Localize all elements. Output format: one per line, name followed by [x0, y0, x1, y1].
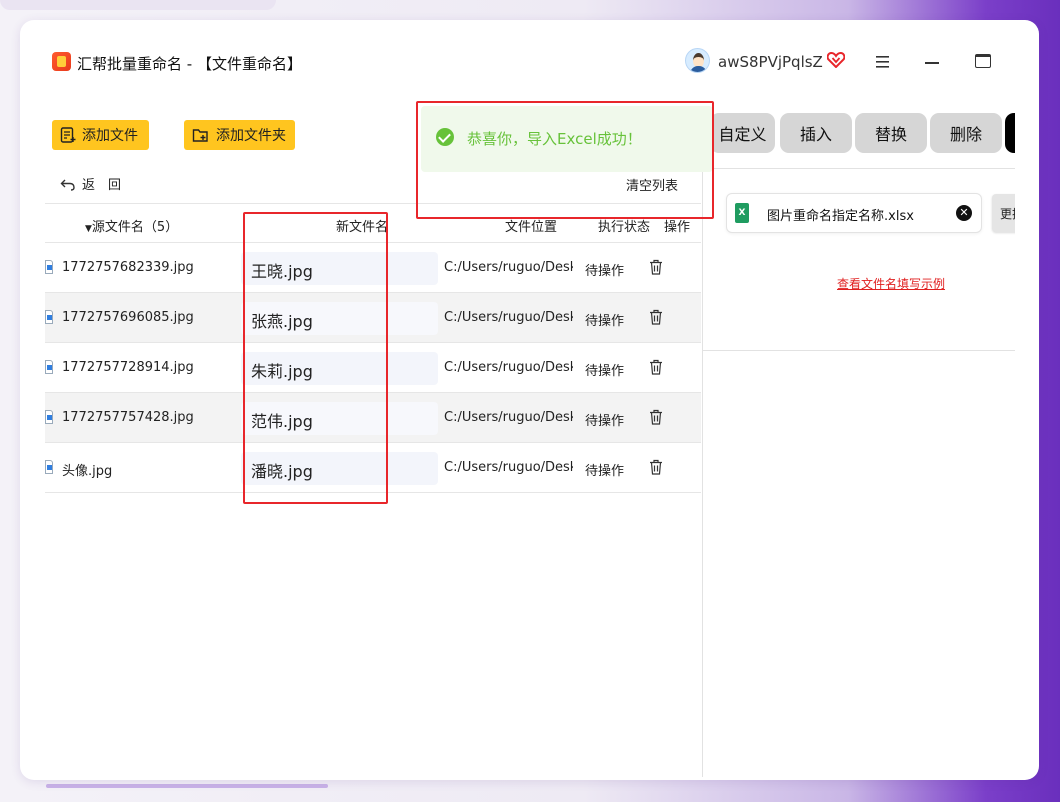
table-row[interactable]: 1772757728914.jpg 朱莉.jpg C:/Users/ruguo/… [45, 343, 701, 393]
source-file-name: 1772757682339.jpg [62, 260, 194, 275]
status-text: 待操作 [585, 464, 625, 479]
table-header: ▼源文件名（5） 新文件名 文件位置 执行状态 操作 [45, 203, 701, 243]
vip-heart-icon[interactable] [827, 52, 845, 68]
table-row[interactable]: 1772757682339.jpg 王晓.jpg C:/Users/ruguo/… [45, 243, 701, 293]
status-text: 待操作 [585, 314, 625, 329]
excel-file-name: 图片重命名指定名称.xlsx [767, 209, 914, 224]
status-text: 待操作 [585, 264, 625, 279]
trash-icon[interactable] [649, 359, 663, 375]
hamburger-menu-icon[interactable] [875, 55, 891, 69]
new-file-name[interactable]: 朱莉.jpg [241, 352, 438, 385]
source-file-name: 1772757757428.jpg [62, 410, 194, 425]
add-folder-button[interactable]: 添加文件夹 [184, 120, 295, 150]
add-file-icon [60, 127, 76, 143]
table-row[interactable]: 1772757696085.jpg 张燕.jpg C:/Users/ruguo/… [45, 293, 701, 343]
close-icon[interactable]: ✕ [956, 205, 972, 221]
image-file-icon [45, 310, 53, 324]
new-file-name[interactable]: 潘晓.jpg [241, 452, 438, 485]
add-folder-label: 添加文件夹 [216, 128, 286, 144]
username[interactable]: awS8PVjPqlsZ [718, 53, 823, 71]
source-file-name: 1772757728914.jpg [62, 360, 194, 375]
panel-divider [702, 168, 703, 777]
excel-file-icon: X [735, 203, 749, 223]
maximize-icon[interactable] [975, 54, 991, 68]
source-file-name: 头像.jpg [62, 464, 113, 479]
tab-custom[interactable]: 自定义 [710, 113, 775, 153]
sort-down-icon: ▼ [85, 224, 92, 234]
trash-icon[interactable] [649, 409, 663, 425]
add-folder-icon [192, 129, 208, 142]
background-top-strip [0, 0, 276, 10]
example-link[interactable]: 查看文件名填写示例 [837, 275, 945, 292]
back-label: 返 回 [82, 178, 122, 193]
source-file-name: 1772757696085.jpg [62, 310, 194, 325]
tab-delete[interactable]: 删除 [930, 113, 1002, 153]
toast-message: 恭喜你，导入Excel成功！ [467, 130, 642, 148]
minimize-icon[interactable] [925, 62, 939, 64]
replace-sheet-button[interactable]: 更换表 [992, 194, 1015, 232]
image-file-icon [45, 260, 53, 274]
file-location: C:/Users/ruguo/Desktop [444, 360, 573, 375]
excel-file-card: X 图片重命名指定名称.xlsx ✕ [726, 193, 982, 233]
image-file-icon [45, 410, 53, 424]
app-title: 汇帮批量重命名 - 【文件重命名】 [77, 55, 302, 73]
image-file-icon [45, 360, 53, 374]
back-arrow-icon [60, 179, 75, 191]
status-text: 待操作 [585, 414, 625, 429]
header-source-name[interactable]: ▼源文件名（5） [85, 216, 178, 235]
tab-replace[interactable]: 替换 [855, 113, 927, 153]
header-location: 文件位置 [505, 220, 558, 235]
file-location: C:/Users/ruguo/Desktop [444, 410, 573, 425]
app-logo-icon [52, 52, 71, 71]
trash-icon[interactable] [649, 309, 663, 325]
add-file-button[interactable]: 添加文件 [52, 120, 149, 150]
background-bottom-strip [46, 784, 328, 788]
tab-import[interactable]: 导 [1005, 113, 1015, 153]
file-location: C:/Users/ruguo/Desktop [444, 310, 573, 325]
clear-list-button[interactable]: 清空列表 [626, 175, 678, 194]
table-row[interactable]: 头像.jpg 潘晓.jpg C:/Users/ruguo/Desktop 待操作 [45, 443, 701, 493]
new-file-name[interactable]: 范伟.jpg [241, 402, 438, 435]
add-file-label: 添加文件 [82, 128, 138, 144]
header-action: 操作 [664, 220, 691, 235]
user-avatar[interactable] [685, 48, 710, 73]
back-button[interactable]: 返 回 [60, 174, 121, 193]
file-location: C:/Users/ruguo/Desktop [444, 260, 573, 275]
titlebar: 汇帮批量重命名 - 【文件重命名】 awS8PVjPqlsZ [45, 43, 1015, 83]
tab-insert[interactable]: 插入 [780, 113, 852, 153]
app-window: 汇帮批量重命名 - 【文件重命名】 awS8PVjPqlsZ 添加文件 添加文件… [20, 20, 1039, 780]
trash-icon[interactable] [649, 459, 663, 475]
app-content: 汇帮批量重命名 - 【文件重命名】 awS8PVjPqlsZ 添加文件 添加文件… [45, 43, 1015, 777]
check-circle-icon [436, 128, 454, 146]
new-file-name[interactable]: 王晓.jpg [241, 252, 438, 285]
trash-icon[interactable] [649, 259, 663, 275]
image-file-icon [45, 460, 53, 474]
right-panel-mid-divider [703, 350, 1015, 351]
success-toast: 恭喜你，导入Excel成功！ [421, 106, 713, 172]
new-file-name[interactable]: 张燕.jpg [241, 302, 438, 335]
file-location: C:/Users/ruguo/Desktop [444, 460, 573, 475]
header-status: 执行状态 [598, 220, 651, 235]
status-text: 待操作 [585, 364, 625, 379]
right-panel-top-divider [703, 168, 1015, 169]
table-row[interactable]: 1772757757428.jpg 范伟.jpg C:/Users/ruguo/… [45, 393, 701, 443]
header-new-name: 新文件名 [336, 220, 389, 235]
